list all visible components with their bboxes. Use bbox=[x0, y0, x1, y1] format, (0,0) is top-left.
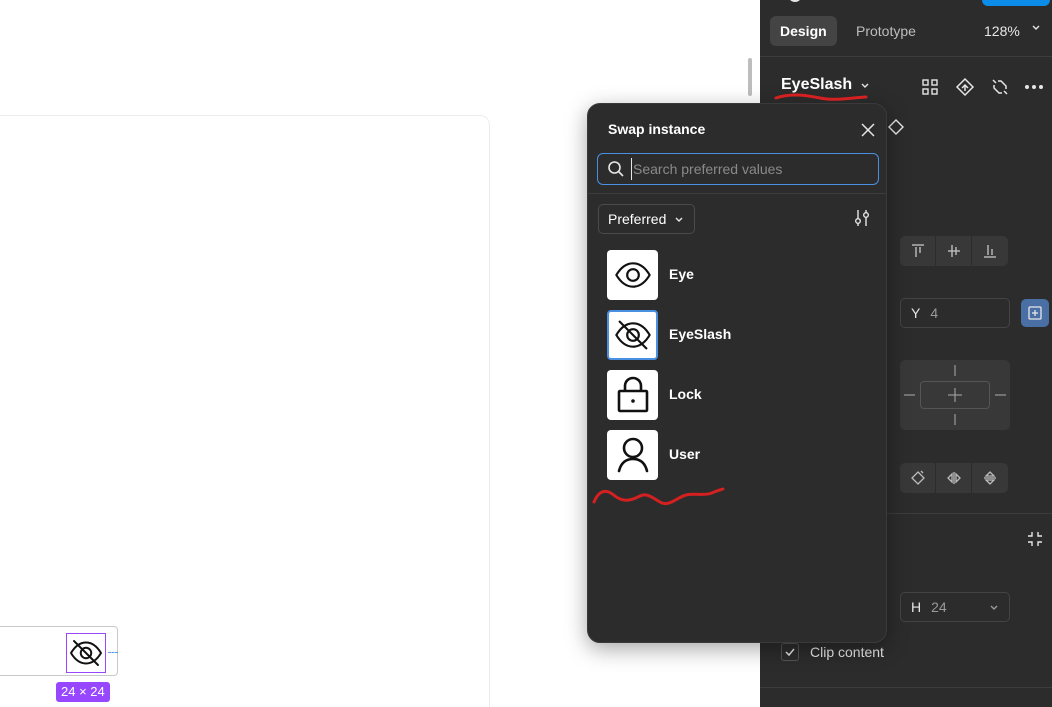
popup-divider bbox=[588, 193, 886, 194]
close-icon bbox=[861, 123, 875, 137]
item-thumbnail[interactable] bbox=[607, 250, 658, 300]
component-name[interactable]: EyeSlash bbox=[781, 76, 852, 94]
lock-icon bbox=[617, 376, 648, 413]
vertical-align-group bbox=[900, 236, 1008, 266]
go-to-main-component-icon[interactable] bbox=[953, 75, 977, 99]
align-middle-button[interactable] bbox=[936, 236, 972, 266]
y-field-label: Y bbox=[911, 305, 921, 321]
search-box bbox=[597, 153, 879, 185]
h-field-value: 24 bbox=[931, 599, 947, 615]
item-label: Lock bbox=[669, 386, 702, 402]
search-input[interactable] bbox=[631, 158, 871, 180]
preferred-filter-dropdown[interactable]: Preferred bbox=[598, 204, 696, 234]
detach-instance-icon[interactable] bbox=[988, 75, 1012, 99]
item-label: EyeSlash bbox=[669, 326, 732, 342]
grid-icon[interactable] bbox=[918, 75, 942, 99]
selected-eye-slash-instance[interactable] bbox=[66, 633, 106, 673]
avatar[interactable] bbox=[788, 0, 802, 2]
transform-group bbox=[900, 463, 1008, 493]
item-label: Eye bbox=[669, 266, 694, 282]
chevron-down-icon[interactable] bbox=[860, 82, 870, 90]
eye-icon bbox=[614, 262, 651, 288]
panel-divider bbox=[760, 687, 1052, 688]
align-bottom-button[interactable] bbox=[972, 236, 1008, 266]
collapse-icon[interactable] bbox=[1023, 527, 1047, 551]
more-options-icon[interactable] bbox=[1022, 75, 1046, 99]
sliders-icon bbox=[855, 210, 869, 226]
canvas-scrollbar[interactable] bbox=[748, 58, 752, 96]
size-badge: 24 × 24 bbox=[56, 682, 110, 702]
search-icon bbox=[608, 161, 624, 177]
close-button[interactable] bbox=[856, 118, 880, 142]
y-field-value: 4 bbox=[930, 305, 939, 321]
rotate-button[interactable] bbox=[900, 463, 936, 493]
eye-slash-icon bbox=[614, 320, 651, 350]
clip-content-checkbox[interactable] bbox=[781, 643, 799, 661]
y-position-field[interactable]: Y4 bbox=[900, 298, 1010, 328]
swap-item-eye[interactable]: Eye bbox=[607, 249, 867, 301]
h-field-label: H bbox=[911, 599, 922, 615]
component-diamond-icon[interactable] bbox=[884, 115, 908, 139]
chevron-down-icon[interactable] bbox=[1031, 24, 1041, 32]
item-thumbnail[interactable] bbox=[607, 370, 658, 420]
constraints-widget[interactable] bbox=[900, 360, 1010, 430]
user-icon bbox=[617, 437, 648, 473]
zoom-level[interactable]: 128% bbox=[984, 16, 1020, 46]
swap-item-user[interactable]: User bbox=[607, 429, 867, 481]
align-top-button[interactable] bbox=[900, 236, 936, 266]
constraints-toggle-icon[interactable] bbox=[1021, 299, 1049, 327]
flip-vertical-button[interactable] bbox=[972, 463, 1008, 493]
share-button[interactable] bbox=[982, 0, 1050, 6]
filter-label: Preferred bbox=[608, 211, 667, 227]
library-settings-button[interactable] bbox=[850, 206, 874, 230]
swap-instance-popup: Swap instance Preferred Eye bbox=[587, 103, 887, 643]
swap-item-lock[interactable]: Lock bbox=[607, 369, 867, 421]
height-field[interactable]: H 24 bbox=[900, 592, 1010, 622]
chevron-down-icon bbox=[990, 605, 998, 610]
item-thumbnail[interactable] bbox=[607, 310, 658, 360]
check-icon bbox=[785, 648, 795, 657]
constraints-inner-box bbox=[920, 381, 990, 409]
popup-title: Swap instance bbox=[608, 121, 706, 137]
panel-divider bbox=[760, 56, 1052, 57]
canvas-frame[interactable] bbox=[0, 115, 490, 707]
item-thumbnail[interactable] bbox=[607, 430, 658, 480]
item-label: User bbox=[669, 446, 701, 462]
measure-guide bbox=[108, 652, 118, 653]
chevron-down-icon bbox=[675, 217, 683, 222]
swap-item-eyeslash[interactable]: EyeSlash bbox=[607, 309, 867, 361]
clip-content-label: Clip content bbox=[810, 644, 884, 660]
flip-horizontal-button[interactable] bbox=[936, 463, 972, 493]
tab-prototype[interactable]: Prototype bbox=[846, 16, 926, 46]
tab-design[interactable]: Design bbox=[770, 16, 837, 46]
eye-slash-icon bbox=[70, 640, 102, 666]
